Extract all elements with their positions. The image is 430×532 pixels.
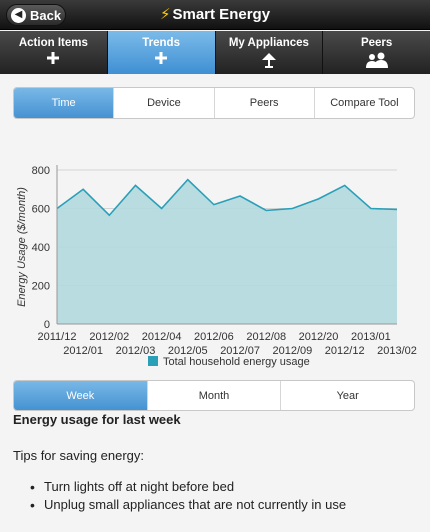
nav-tab-trends[interactable]: Trends [107,31,216,74]
y-tick-label: 600 [32,204,50,216]
users-icon [323,52,430,68]
energy-usage-chart: 0 200 400 600 800 2011/12 2012/01 2012/02 2012/0… [16,165,417,368]
x-tick-label: 2012/20 [299,331,339,343]
plus-icon [108,52,215,68]
x-tick-label: 2013/01 [351,331,391,343]
tip-item: Turn lights off at night before bed [30,478,346,496]
tips-list: Turn lights off at night before bed Unpl… [30,478,346,514]
y-axis-label: Energy Usage ($/month) [16,187,28,307]
tab-time[interactable]: Time [14,88,115,118]
nav-tab-label: Action Items [18,37,88,49]
nav-tab-my-appliances[interactable]: My Appliances [215,31,324,74]
nav-tab-action-items[interactable]: Action Items [0,31,108,74]
legend-label: Total household energy usage [163,356,310,368]
x-tick-label: 2012/03 [116,345,156,357]
lamp-icon [216,52,323,68]
tab-week[interactable]: Week [14,381,148,410]
tab-device[interactable]: Device [114,88,215,118]
tip-item: Unplug small appliances that are not cur… [30,496,346,514]
section-title: Energy usage for last week [13,412,181,427]
period-tabs: Week Month Year [13,380,415,411]
x-tick-label: 2013/02 [377,345,417,357]
x-tick-label: 2012/02 [89,331,129,343]
nav-tab-label: Peers [360,37,393,49]
y-tick-label: 0 [44,319,50,331]
y-tick-label: 200 [32,281,50,293]
tab-year[interactable]: Year [281,381,414,410]
header-bar: ◀ Back ⚡ Smart Energy [0,0,430,30]
plus-icon [0,52,107,68]
x-tick-label: 2012/01 [63,345,103,357]
nav-tab-label: Trends [142,37,180,49]
series-area [57,179,397,324]
x-tick-label: 2012/06 [194,331,234,343]
legend-swatch [148,356,158,366]
tab-peers[interactable]: Peers [215,88,315,118]
y-tick-label: 800 [32,165,50,177]
x-tick-label: 2011/12 [38,331,77,343]
app-title: ⚡ Smart Energy [0,5,430,23]
lightning-bolt-icon: ⚡ [159,6,171,23]
x-tick-label: 2012/08 [246,331,286,343]
main-nav: Action Items Trends My Appliances Peers [0,31,430,74]
x-tick-label: 2012/12 [325,345,365,357]
y-tick-label: 400 [32,242,50,254]
view-tabs: Time Device Peers Compare Tool [13,87,415,119]
nav-tab-label: My Appliances [228,37,309,49]
tips-title: Tips for saving energy: [13,448,145,463]
app-title-text: Smart Energy [172,6,271,23]
nav-tab-peers[interactable]: Peers [323,31,430,74]
x-tick-label: 2012/04 [142,331,182,343]
tab-compare-tool[interactable]: Compare Tool [315,88,414,118]
tab-month[interactable]: Month [148,381,282,410]
